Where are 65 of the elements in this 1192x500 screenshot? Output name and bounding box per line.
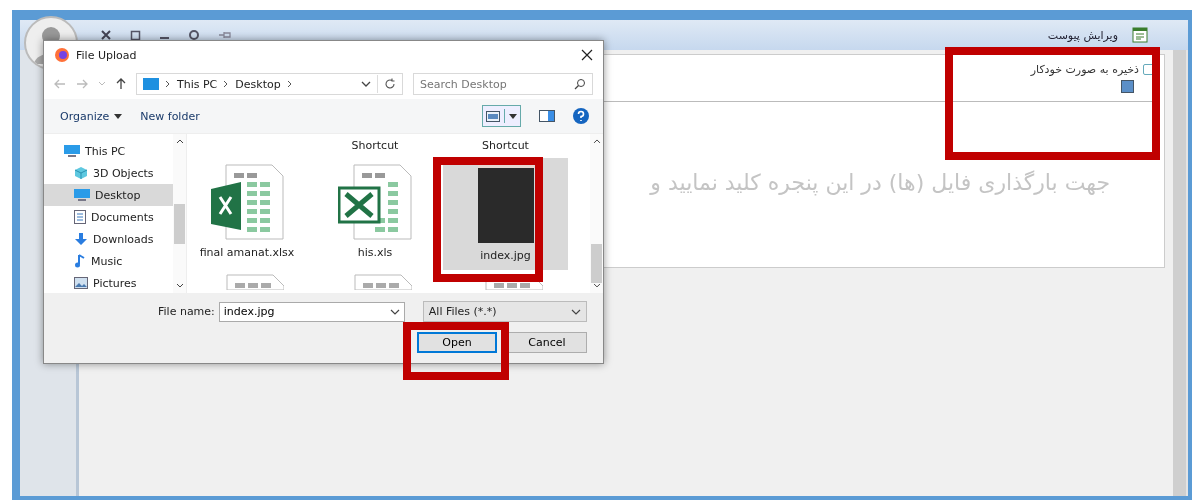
open-button[interactable]: Open [417, 332, 497, 353]
up-arrow-icon[interactable] [116, 78, 126, 90]
file-name-label: File name: [158, 305, 215, 318]
chevron-right-icon [223, 80, 230, 88]
refresh-icon[interactable] [188, 29, 200, 41]
address-bar[interactable]: This PC Desktop [136, 73, 403, 95]
browser-logo-icon [54, 47, 70, 63]
scrollbar[interactable] [1173, 50, 1186, 496]
file-label: Shortcut [350, 138, 400, 154]
cancel-button[interactable]: Cancel [507, 332, 587, 353]
monitor-icon [74, 189, 90, 201]
cube-icon [74, 166, 88, 180]
monitor-icon [64, 145, 80, 157]
monitor-icon [143, 78, 159, 90]
file-icon [226, 274, 284, 290]
autosave-label: ذخیره به صورت خودکار [1030, 63, 1139, 76]
close-icon[interactable] [581, 49, 593, 61]
chevron-down-icon[interactable] [592, 283, 601, 289]
help-icon[interactable] [573, 108, 589, 124]
file-name: index.jpg [480, 249, 531, 262]
panel-title: ویرایش پیوست [1047, 28, 1118, 42]
scrollbar-thumb[interactable] [591, 243, 602, 284]
chevron-down-icon[interactable] [175, 283, 184, 289]
file-name: final amanat.xlsx [199, 246, 295, 259]
chevron-down-icon[interactable] [389, 308, 400, 315]
refresh-icon[interactable] [384, 78, 396, 90]
nav-scrollbar[interactable] [173, 134, 186, 293]
chevron-up-icon[interactable] [175, 138, 184, 144]
view-options-button[interactable] [482, 105, 521, 127]
search-field[interactable]: Search Desktop [413, 73, 593, 95]
pin-icon[interactable] [218, 30, 232, 40]
file-type-dropdown[interactable]: All Files (*.*) [422, 301, 587, 322]
close-icon[interactable] [100, 29, 112, 41]
chevron-down-icon[interactable] [361, 81, 371, 87]
chevron-right-icon [286, 80, 293, 88]
caret-icon [114, 113, 123, 119]
file-label: Shortcut [481, 138, 530, 154]
view-icon [486, 110, 500, 122]
chevron-down-icon [571, 308, 581, 315]
search-icon[interactable] [574, 78, 586, 90]
chevron-right-icon [165, 80, 171, 88]
download-arrow-icon [74, 232, 88, 246]
new-folder-button[interactable]: New folder [140, 109, 200, 123]
file-name: his.xls [357, 246, 393, 259]
document-icon [1132, 27, 1148, 43]
caret-icon [509, 113, 517, 119]
preview-pane-icon[interactable] [539, 110, 555, 122]
drop-hint: جهت بارگذاری فایل (ها) در این پنجره کلید نمایید و [650, 170, 1110, 195]
nav-item[interactable]: Pictures [44, 272, 173, 294]
scrollbar-thumb[interactable] [174, 204, 185, 244]
music-note-icon [74, 254, 86, 268]
dialog-title: File Upload [76, 48, 138, 62]
chevron-up-icon[interactable] [592, 138, 601, 144]
breadcrumb-item[interactable]: This PC [177, 77, 218, 91]
file-name-field[interactable]: index.jpg [218, 301, 405, 322]
picture-icon [74, 277, 88, 289]
document-icon [74, 210, 86, 224]
breadcrumb-item[interactable]: Desktop [235, 77, 281, 91]
maximize-icon[interactable] [130, 29, 141, 41]
files-scrollbar[interactable] [590, 134, 603, 293]
spreadsheet-icon [338, 164, 412, 240]
spreadsheet-icon [210, 164, 284, 240]
autosave-checkbox[interactable] [1143, 64, 1154, 75]
file-icon [354, 274, 412, 290]
nav-item[interactable]: Desktop [44, 184, 173, 206]
